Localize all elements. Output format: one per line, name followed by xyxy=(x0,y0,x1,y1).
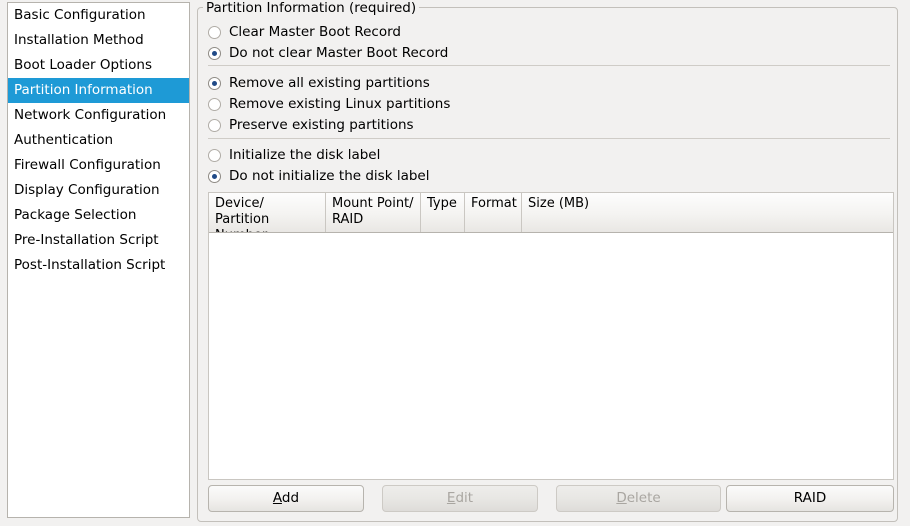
sidebar-item-partition-information[interactable]: Partition Information xyxy=(8,78,189,103)
group-title: Partition Information (required) xyxy=(203,0,420,16)
column-header[interactable]: Type xyxy=(421,193,465,232)
sidebar-item-display-configuration[interactable]: Display Configuration xyxy=(8,178,189,203)
column-header[interactable]: Device/ Partition Number xyxy=(209,193,326,232)
column-header[interactable]: Mount Point/ RAID xyxy=(326,193,421,232)
existing-partitions-option-1[interactable]: Remove existing Linux partitions xyxy=(208,94,450,114)
delete-button: Delete xyxy=(556,485,721,512)
sidebar-item-pre-installation-script[interactable]: Pre-Installation Script xyxy=(8,228,189,253)
radio-button-icon[interactable] xyxy=(208,25,221,39)
sidebar-item-network-configuration[interactable]: Network Configuration xyxy=(8,103,189,128)
separator-1 xyxy=(208,65,890,66)
sidebar-nav-list[interactable]: Basic Configuration Installation Method Bo… xyxy=(7,2,190,518)
radio-button-icon[interactable] xyxy=(208,97,221,111)
disk-label-option-1[interactable]: Do not initialize the disk label xyxy=(208,166,429,186)
disk-label-label: Do not initialize the disk label xyxy=(229,168,430,184)
existing-partitions-label: Remove existing Linux partitions xyxy=(229,96,451,112)
existing-partitions-label: Remove all existing partitions xyxy=(229,75,430,91)
partition-table-header: Device/ Partition NumberMount Point/ RAI… xyxy=(209,193,893,233)
raid-button[interactable]: RAID xyxy=(726,485,894,512)
column-header[interactable]: Format xyxy=(465,193,522,232)
kickstart-configurator-window: Basic Configuration Installation Method Bo… xyxy=(0,0,910,526)
separator-2 xyxy=(208,138,890,139)
sidebar-item-firewall-configuration[interactable]: Firewall Configuration xyxy=(8,153,189,178)
mbr-label: Clear Master Boot Record xyxy=(229,24,401,40)
sidebar-item-post-installation-script[interactable]: Post-Installation Script xyxy=(8,253,189,278)
edit-button: Edit xyxy=(382,485,538,512)
radio-button-icon[interactable] xyxy=(208,76,221,90)
column-header[interactable]: Size (MB) xyxy=(522,193,893,232)
partition-table[interactable]: Device/ Partition NumberMount Point/ RAI… xyxy=(208,192,894,480)
radio-button-icon[interactable] xyxy=(208,169,221,183)
sidebar-item-boot-loader-options[interactable]: Boot Loader Options xyxy=(8,53,189,78)
sidebar-item-authentication[interactable]: Authentication xyxy=(8,128,189,153)
add-button[interactable]: Add xyxy=(208,485,364,512)
mbr-label: Do not clear Master Boot Record xyxy=(229,45,449,61)
sidebar-item-installation-method[interactable]: Installation Method xyxy=(8,28,189,53)
existing-partitions-option-0[interactable]: Remove all existing partitions xyxy=(208,73,430,93)
mbr-option-0[interactable]: Clear Master Boot Record xyxy=(208,22,401,42)
partition-table-body[interactable] xyxy=(209,233,893,479)
existing-partitions-option-2[interactable]: Preserve existing partitions xyxy=(208,115,414,135)
sidebar-item-basic-configuration[interactable]: Basic Configuration xyxy=(8,3,189,28)
mbr-option-1[interactable]: Do not clear Master Boot Record xyxy=(208,43,448,63)
existing-partitions-label: Preserve existing partitions xyxy=(229,117,414,133)
radio-button-icon[interactable] xyxy=(208,118,221,132)
radio-button-icon[interactable] xyxy=(208,148,221,162)
disk-label-option-0[interactable]: Initialize the disk label xyxy=(208,145,380,165)
disk-label-label: Initialize the disk label xyxy=(229,147,381,163)
radio-button-icon[interactable] xyxy=(208,46,221,60)
sidebar-item-package-selection[interactable]: Package Selection xyxy=(8,203,189,228)
